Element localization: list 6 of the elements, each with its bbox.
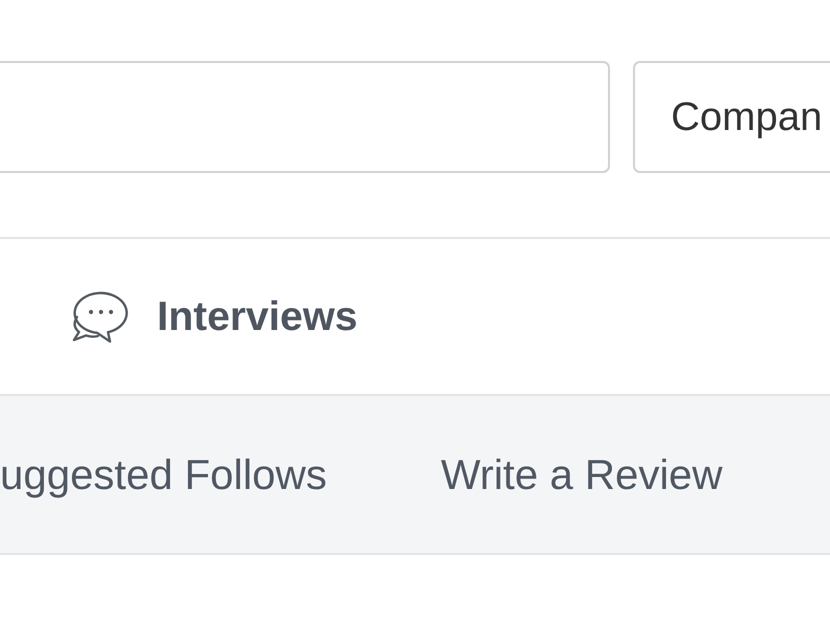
dropdown-field[interactable]: Compan — [633, 61, 830, 173]
nav-link[interactable]: uggested Follows — [0, 450, 327, 498]
chat-bubbles-icon — [70, 290, 128, 343]
interviews-tab[interactable]: Interviews — [157, 293, 358, 340]
nav-link[interactable]: Write a Review — [440, 450, 722, 498]
search-field[interactable] — [0, 61, 610, 173]
